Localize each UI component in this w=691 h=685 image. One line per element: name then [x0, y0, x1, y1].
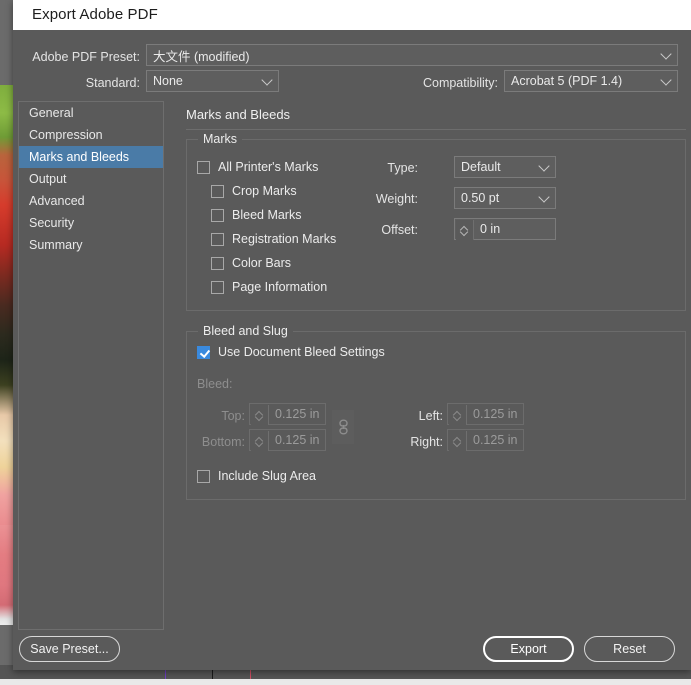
all-printers-marks-checkbox-row[interactable]: All Printer's Marks	[197, 160, 318, 174]
use-document-bleed-checkbox-row[interactable]: Use Document Bleed Settings	[197, 345, 385, 359]
export-button[interactable]: Export	[483, 636, 574, 662]
panel-title: Marks and Bleeds	[186, 107, 291, 122]
stepper-down-icon[interactable]	[461, 230, 468, 234]
bleed-label: Bleed:	[197, 377, 233, 391]
standard-value: None	[153, 74, 183, 88]
bleed-right-stepper[interactable]	[449, 431, 467, 451]
registration-marks-checkbox[interactable]	[211, 232, 224, 246]
bleed-marks-checkbox[interactable]	[211, 208, 224, 222]
sidebar-item-label: General	[29, 106, 74, 120]
compatibility-label: Compatibility:	[422, 76, 498, 90]
bleed-left-label: Left:	[418, 409, 443, 423]
sidebar-item-label: Output	[29, 172, 67, 186]
chevron-down-icon	[538, 191, 550, 203]
standard-dropdown[interactable]: None	[146, 70, 279, 92]
bleed-right-input[interactable]: 0.125 in	[447, 429, 524, 451]
sidebar-item-summary[interactable]: Summary	[19, 234, 163, 256]
stepper-down-icon[interactable]	[256, 415, 263, 419]
page-information-label: Page Information	[232, 280, 328, 294]
export-adobe-pdf-dialog: Export Adobe PDF Adobe PDF Preset: 大文件 (…	[13, 0, 691, 670]
marks-weight-dropdown[interactable]: 0.50 pt	[454, 187, 556, 209]
sidebar-item-label: Compression	[29, 128, 103, 142]
settings-category-list[interactable]: General Compression Marks and Bleeds Out…	[18, 101, 164, 630]
crop-marks-checkbox-row[interactable]: Crop Marks	[211, 184, 297, 198]
reset-button[interactable]: Reset	[584, 636, 675, 662]
background-document-thumbnail	[0, 85, 13, 625]
color-bars-checkbox[interactable]	[211, 256, 224, 270]
sidebar-item-marks-and-bleeds[interactable]: Marks and Bleeds	[19, 146, 163, 168]
sidebar-item-general[interactable]: General	[19, 102, 163, 124]
chevron-down-icon	[261, 74, 273, 86]
compatibility-dropdown[interactable]: Acrobat 5 (PDF 1.4)	[504, 70, 678, 92]
stepper-down-icon[interactable]	[454, 415, 461, 419]
standard-label: Standard:	[85, 76, 140, 90]
chevron-down-icon	[660, 74, 672, 86]
crop-marks-checkbox[interactable]	[211, 184, 224, 198]
marks-offset-input[interactable]: 0 in	[454, 218, 556, 240]
preset-dropdown[interactable]: 大文件 (modified)	[146, 44, 678, 66]
marks-offset-value: 0 in	[480, 222, 501, 236]
bleed-left-input[interactable]: 0.125 in	[447, 403, 524, 425]
marks-group-legend: Marks	[198, 132, 243, 146]
include-slug-area-checkbox[interactable]	[197, 469, 210, 483]
sidebar-item-label: Security	[29, 216, 75, 230]
sidebar-item-advanced[interactable]: Advanced	[19, 190, 163, 212]
color-bars-label: Color Bars	[232, 256, 292, 270]
bleed-left-stepper[interactable]	[449, 405, 467, 425]
sidebar-item-compression[interactable]: Compression	[19, 124, 163, 146]
sidebar-item-label: Advanced	[29, 194, 85, 208]
stepper-down-icon[interactable]	[454, 441, 461, 445]
page-information-checkbox-row[interactable]: Page Information	[211, 280, 327, 294]
marks-type-value: Default	[461, 160, 501, 174]
page-information-checkbox[interactable]	[211, 280, 224, 294]
bleed-top-input[interactable]: 0.125 in	[249, 403, 326, 425]
chevron-down-icon	[538, 160, 550, 172]
sidebar-item-security[interactable]: Security	[19, 212, 163, 234]
sidebar-item-output[interactable]: Output	[19, 168, 163, 190]
all-printers-marks-checkbox[interactable]	[197, 160, 210, 174]
bleed-marks-checkbox-row[interactable]: Bleed Marks	[211, 208, 301, 222]
bleed-right-label: Right:	[410, 435, 443, 449]
include-slug-area-label: Include Slug Area	[218, 469, 316, 483]
panel-divider	[186, 129, 686, 130]
bleed-bottom-input[interactable]: 0.125 in	[249, 429, 326, 451]
preset-label: Adobe PDF Preset:	[32, 50, 140, 64]
offset-stepper[interactable]	[456, 220, 474, 240]
preset-value: 大文件 (modified)	[153, 49, 250, 64]
marks-type-label: Type:	[387, 161, 418, 175]
use-document-bleed-label: Use Document Bleed Settings	[218, 345, 385, 359]
compatibility-value: Acrobat 5 (PDF 1.4)	[511, 74, 623, 88]
dialog-title: Export Adobe PDF	[32, 6, 158, 23]
bleed-top-value: 0.125 in	[275, 407, 320, 421]
registration-marks-label: Registration Marks	[232, 232, 337, 246]
bleed-bottom-label: Bottom:	[201, 435, 245, 449]
host-application-bottom-edge	[0, 679, 691, 685]
stepper-down-icon[interactable]	[256, 441, 263, 445]
dialog-titlebar: Export Adobe PDF	[13, 0, 691, 30]
sidebar-item-label: Summary	[29, 238, 83, 252]
sidebar-item-label: Marks and Bleeds	[29, 150, 130, 164]
bleed-and-slug-group-legend: Bleed and Slug	[198, 324, 293, 338]
marks-weight-value: 0.50 pt	[461, 191, 500, 205]
include-slug-area-checkbox-row[interactable]: Include Slug Area	[197, 469, 316, 483]
all-printers-marks-label: All Printer's Marks	[218, 160, 319, 174]
use-document-bleed-checkbox[interactable]	[197, 345, 210, 359]
crop-marks-label: Crop Marks	[232, 184, 297, 198]
save-preset-button[interactable]: Save Preset...	[19, 636, 120, 662]
color-bars-checkbox-row[interactable]: Color Bars	[211, 256, 291, 270]
marks-weight-label: Weight:	[375, 192, 418, 206]
bleed-bottom-stepper[interactable]	[251, 431, 269, 451]
bleed-marks-label: Bleed Marks	[232, 208, 302, 222]
bleed-right-value: 0.125 in	[473, 433, 518, 447]
bleed-left-value: 0.125 in	[473, 407, 518, 421]
chain-link-icon[interactable]	[332, 410, 354, 444]
bleed-bottom-value: 0.125 in	[275, 433, 320, 447]
registration-marks-checkbox-row[interactable]: Registration Marks	[211, 232, 336, 246]
bleed-top-label: Top:	[221, 409, 245, 423]
marks-type-dropdown[interactable]: Default	[454, 156, 556, 178]
bleed-top-stepper[interactable]	[251, 405, 269, 425]
chevron-down-icon	[660, 48, 672, 60]
marks-offset-label: Offset:	[381, 223, 418, 237]
